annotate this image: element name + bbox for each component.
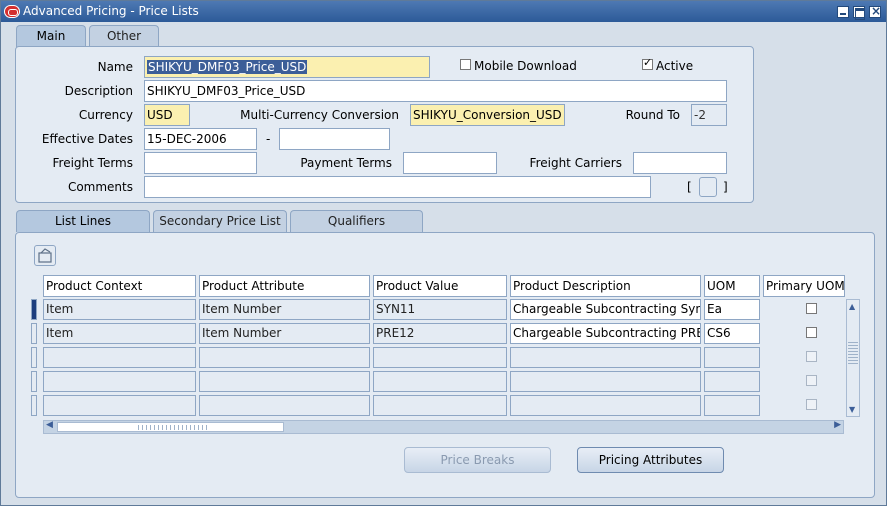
price-lists-window: Advanced Pricing - Price Lists Main Othe…: [0, 0, 887, 506]
window-title: Advanced Pricing - Price Lists: [23, 4, 199, 18]
table-cell[interactable]: [199, 395, 370, 416]
table-cell[interactable]: [704, 347, 760, 368]
primary-uom-checkbox[interactable]: [806, 327, 817, 338]
table-cell[interactable]: [199, 371, 370, 392]
table-cell[interactable]: [199, 347, 370, 368]
folder-tools-button[interactable]: [34, 245, 56, 266]
table-cell[interactable]: Item: [43, 299, 196, 320]
primary-uom-checkbox[interactable]: [806, 303, 817, 314]
primary-uom-checkbox[interactable]: [806, 351, 817, 362]
description-label: Description: [64, 84, 133, 98]
table-cell[interactable]: Chargeable Subcontracting Syn1: [510, 299, 701, 320]
freight-terms-field[interactable]: [144, 152, 257, 174]
scroll-left-icon[interactable]: ◀: [46, 420, 53, 430]
freight-terms-label: Freight Terms: [52, 156, 134, 170]
active-checkbox[interactable]: [642, 56, 653, 70]
primary-uom-checkbox[interactable]: [806, 399, 817, 410]
comments-label: Comments: [67, 180, 133, 194]
table-cell[interactable]: [373, 371, 507, 392]
row-indicator[interactable]: [31, 299, 37, 320]
effective-date-to-field[interactable]: [279, 128, 390, 150]
scroll-thumb[interactable]: [57, 422, 284, 432]
tab-qualifiers[interactable]: Qualifiers: [290, 210, 423, 232]
table-cell[interactable]: Chargeable Subcontracting PRE: [510, 323, 701, 344]
scroll-up-icon[interactable]: ▲: [849, 302, 855, 311]
table-cell[interactable]: Item: [43, 323, 196, 344]
tab-list-lines[interactable]: List Lines: [16, 210, 150, 232]
scroll-down-icon[interactable]: ▼: [849, 405, 855, 414]
tab-other[interactable]: Other: [89, 25, 159, 47]
price-breaks-button[interactable]: Price Breaks: [404, 447, 551, 473]
round-to-field[interactable]: -2: [691, 104, 727, 126]
tab-secondary-price-list[interactable]: Secondary Price List: [153, 210, 287, 232]
row-indicator[interactable]: [31, 395, 37, 416]
scroll-thumb[interactable]: [848, 342, 858, 366]
table-cell[interactable]: [43, 371, 196, 392]
date-separator: -: [266, 132, 271, 146]
oracle-logo-icon: [4, 5, 20, 18]
table-cell[interactable]: [510, 395, 701, 416]
table-cell[interactable]: Item Number: [199, 323, 370, 344]
header-primary-uom: Primary UOM: [763, 275, 845, 297]
currency-field[interactable]: USD: [144, 104, 190, 126]
name-field[interactable]: SHIKYU_DMF03_Price_USD: [144, 56, 430, 78]
table-cell[interactable]: [43, 395, 196, 416]
payment-terms-field[interactable]: [403, 152, 497, 174]
freight-carriers-label: Freight Carriers: [529, 156, 622, 170]
table-cell[interactable]: [373, 347, 507, 368]
close-icon[interactable]: [869, 4, 881, 18]
vertical-scrollbar[interactable]: ▲ ▼: [846, 299, 860, 417]
table-cell[interactable]: CS6: [704, 323, 760, 344]
table-cell[interactable]: Item Number: [199, 299, 370, 320]
table-cell[interactable]: SYN11: [373, 299, 507, 320]
maximize-icon[interactable]: [853, 6, 865, 20]
table-cell[interactable]: [373, 395, 507, 416]
table-cell[interactable]: [704, 395, 760, 416]
scroll-right-icon[interactable]: ▶: [834, 420, 841, 430]
bracket-left: [: [687, 180, 692, 194]
header-product-description: Product Description: [510, 275, 701, 297]
horizontal-scrollbar[interactable]: ◀ ▶: [43, 420, 844, 434]
folder-tools-icon: [38, 248, 52, 263]
comments-field[interactable]: [144, 176, 651, 198]
effective-date-from-field[interactable]: 15-DEC-2006: [144, 128, 257, 150]
description-field[interactable]: SHIKYU_DMF03_Price_USD: [144, 80, 727, 102]
row-indicator[interactable]: [31, 347, 37, 368]
table-cell[interactable]: [704, 371, 760, 392]
table-cell[interactable]: [510, 347, 701, 368]
round-to-label: Round To: [625, 108, 680, 122]
table-cell[interactable]: [510, 371, 701, 392]
pricing-attributes-button[interactable]: Pricing Attributes: [577, 447, 724, 473]
effective-dates-label: Effective Dates: [41, 132, 133, 146]
table-cell[interactable]: [43, 347, 196, 368]
header-product-attribute: Product Attribute: [199, 275, 370, 297]
multi-currency-conversion-label: Multi-Currency Conversion: [240, 108, 399, 122]
payment-terms-label: Payment Terms: [300, 156, 392, 170]
currency-label: Currency: [78, 108, 133, 122]
title-bar: Advanced Pricing - Price Lists: [1, 1, 886, 22]
row-indicator[interactable]: [31, 323, 37, 344]
active-label: Active: [656, 59, 694, 73]
tab-main[interactable]: Main: [16, 25, 86, 47]
multi-currency-conversion-field[interactable]: SHIKYU_Conversion_USD: [410, 104, 565, 126]
mobile-download-checkbox[interactable]: [460, 59, 471, 70]
table-cell[interactable]: Ea: [704, 299, 760, 320]
minimize-icon[interactable]: [837, 6, 849, 18]
header-product-value: Product Value: [373, 275, 507, 297]
bracket-right: ]: [723, 180, 728, 194]
primary-uom-checkbox[interactable]: [806, 375, 817, 386]
header-product-context: Product Context: [43, 275, 196, 297]
table-cell[interactable]: PRE12: [373, 323, 507, 344]
descriptive-flexfield-button[interactable]: [699, 177, 717, 197]
header-uom: UOM: [704, 275, 760, 297]
freight-carriers-field[interactable]: [633, 152, 727, 174]
mobile-download-label: Mobile Download: [474, 59, 577, 73]
row-indicator[interactable]: [31, 371, 37, 392]
name-label: Name: [97, 60, 133, 74]
